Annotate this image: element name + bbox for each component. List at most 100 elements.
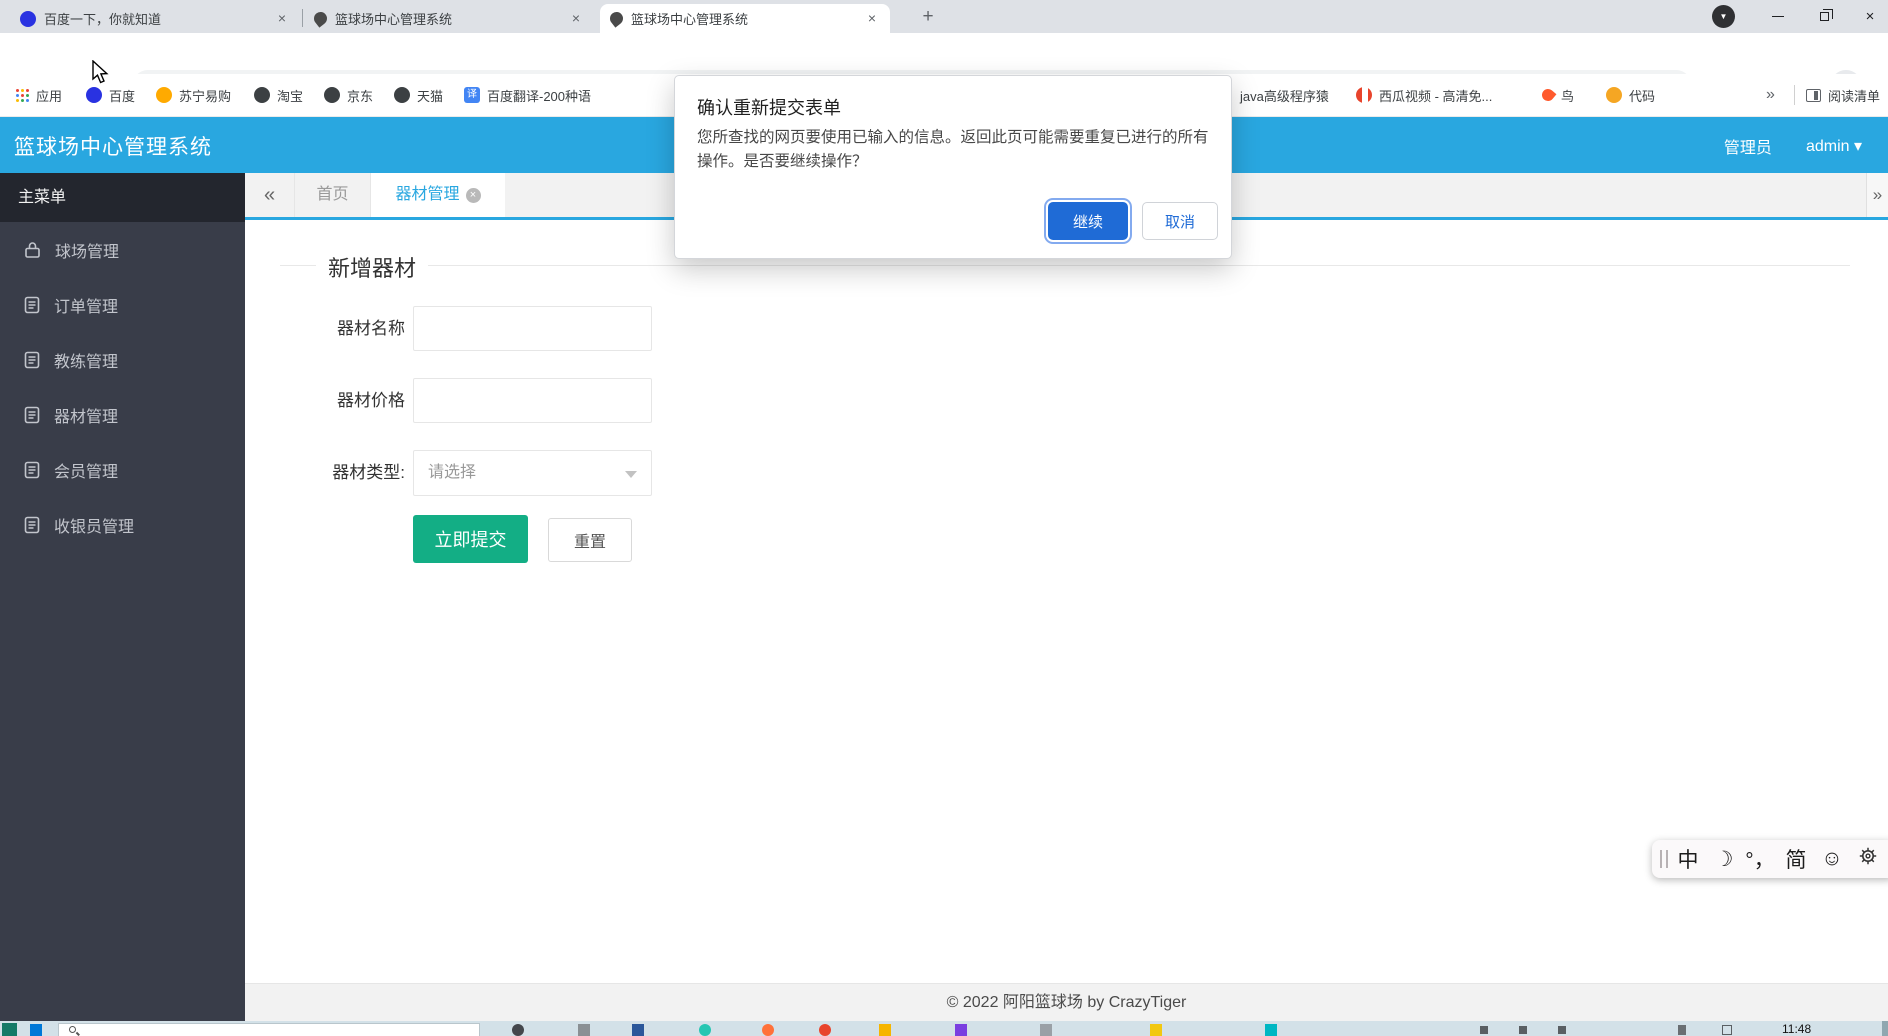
sidebar-item-cashiers[interactable]: 收银员管理	[0, 497, 245, 552]
taskbar-app-icon[interactable]	[2, 1023, 17, 1036]
bookmark-code[interactable]: 代码	[1606, 74, 1655, 116]
continue-button[interactable]: 继续	[1048, 202, 1128, 240]
tray-icon[interactable]	[1480, 1026, 1488, 1034]
search-icon	[69, 1026, 76, 1033]
equipment-type-select[interactable]: 请选择	[413, 450, 652, 496]
taskbar-app-icon[interactable]	[955, 1024, 967, 1036]
bookmark-xigua[interactable]: 西瓜视频 - 高清免...	[1356, 74, 1492, 116]
bookmark-label: 百度	[109, 88, 136, 104]
show-desktop-button[interactable]	[1882, 1021, 1888, 1036]
document-icon	[24, 351, 40, 369]
bookmark-label: 鸟	[1561, 88, 1575, 104]
tab-title: 百度一下，你就知道	[44, 12, 162, 27]
apps-shortcut[interactable]: 应用	[16, 74, 62, 116]
taskbar-search-box[interactable]	[58, 1023, 480, 1036]
ime-punctuation-button[interactable]: °，	[1742, 844, 1778, 874]
browser-tab-baidu[interactable]: 百度一下，你就知道 ×	[10, 4, 300, 33]
tab-close-icon[interactable]: ×	[864, 10, 880, 27]
tray-icon[interactable]	[1519, 1026, 1527, 1034]
gear-settings-icon[interactable]	[1850, 846, 1886, 872]
cancel-button[interactable]: 取消	[1142, 202, 1218, 240]
browser-toolbar: ← → ↻ i localhost:8080/ymq/login_toLogin…	[0, 33, 1888, 102]
bookmark-tmall[interactable]: 天猫	[394, 74, 443, 116]
tabs-collapse-button[interactable]: «	[245, 173, 295, 217]
bookmark-label: java高级程序猿	[1240, 88, 1329, 104]
taskbar-app-icon[interactable]	[879, 1024, 891, 1036]
tab-title: 篮球场中心管理系统	[631, 12, 749, 27]
tab-close-icon[interactable]: ×	[568, 10, 584, 27]
taskbar-app-icon[interactable]	[1150, 1024, 1162, 1036]
equipment-price-input[interactable]	[413, 378, 652, 423]
restore-icon	[1819, 9, 1833, 21]
window-restore-button[interactable]	[1802, 0, 1846, 33]
taskbar-clock[interactable]: 11:48	[1782, 1022, 1811, 1036]
browser-tab-system-1[interactable]: 篮球场中心管理系统 ×	[304, 4, 594, 33]
browser-tab-bar: 百度一下，你就知道 × 篮球场中心管理系统 × 篮球场中心管理系统 × + ▼ …	[0, 0, 1888, 33]
bookmark-baidu-translate[interactable]: 译 百度翻译-200种语	[464, 74, 591, 116]
input-indicator-icon[interactable]	[1722, 1025, 1732, 1035]
lock-icon	[24, 241, 41, 259]
tab-close-icon[interactable]: ×	[274, 10, 290, 27]
sidebar-item-label: 球场管理	[55, 243, 120, 261]
taskbar-app-icon[interactable]	[819, 1024, 831, 1036]
taskbar-app-icon[interactable]	[632, 1024, 644, 1036]
moon-night-mode-icon[interactable]: ☽	[1706, 847, 1742, 872]
window-close-button[interactable]: ×	[1848, 0, 1888, 33]
equipment-name-input[interactable]	[413, 306, 652, 351]
reading-list-button[interactable]: 阅读清单	[1806, 74, 1880, 116]
bookmarks-overflow-button[interactable]: »	[1766, 74, 1775, 116]
taskbar-app-icon[interactable]	[512, 1024, 524, 1036]
bookmark-label: 天猫	[417, 88, 444, 104]
ime-language-button[interactable]: 中	[1670, 844, 1706, 874]
submit-button[interactable]: 立即提交	[413, 515, 528, 563]
tab-title: 篮球场中心管理系统	[335, 12, 453, 27]
sidebar-item-members[interactable]: 会员管理	[0, 442, 245, 497]
taskbar-app-icon[interactable]	[1265, 1024, 1277, 1036]
ime-drag-handle[interactable]	[1660, 850, 1668, 868]
tab-close-icon[interactable]: ×	[465, 188, 481, 203]
ime-simplified-button[interactable]: 简	[1778, 844, 1814, 874]
apps-label: 应用	[36, 88, 63, 104]
sidebar-item-courts[interactable]: 球场管理	[0, 222, 245, 277]
new-tab-button[interactable]: +	[916, 6, 940, 30]
bookmark-label: 苏宁易购	[179, 88, 232, 104]
ime-toolbar: 中 ☽ °， 简 ☺	[1652, 840, 1888, 878]
taskbar-app-icon[interactable]	[762, 1024, 774, 1036]
start-button[interactable]	[30, 1024, 42, 1036]
translate-icon: 译	[464, 87, 480, 103]
window-minimize-button[interactable]	[1756, 0, 1800, 33]
bookmark-bird[interactable]: 鸟	[1539, 74, 1575, 116]
role-label: 管理员	[1723, 140, 1772, 157]
reading-list-label: 阅读清单	[1828, 88, 1881, 104]
sidebar-item-label: 会员管理	[54, 463, 119, 481]
media-controls-button[interactable]: ▼	[1712, 5, 1735, 28]
document-icon	[24, 516, 40, 534]
legend-line	[280, 265, 1850, 266]
bookmark-label: 淘宝	[277, 88, 304, 104]
browser-tab-system-2-active[interactable]: 篮球场中心管理系统 ×	[600, 4, 890, 33]
tray-icon[interactable]	[1558, 1026, 1566, 1034]
bookmark-taobao[interactable]: 淘宝	[254, 74, 303, 116]
sidebar-item-orders[interactable]: 订单管理	[0, 277, 245, 332]
bookmarks-divider	[1794, 85, 1795, 105]
task-view-icon[interactable]	[578, 1024, 590, 1036]
taskbar-app-icon[interactable]	[1040, 1024, 1052, 1036]
page-tab-equipment-active[interactable]: 器材管理 ×	[371, 173, 505, 217]
document-icon	[24, 461, 40, 479]
bookmark-baidu[interactable]: 百度	[86, 74, 135, 116]
user-dropdown[interactable]: admin ▾	[1806, 136, 1862, 156]
tabs-overflow-button[interactable]: »	[1866, 173, 1888, 217]
sidebar-item-equipment[interactable]: 器材管理	[0, 387, 245, 442]
sidebar-item-coaches[interactable]: 教练管理	[0, 332, 245, 387]
reset-button[interactable]: 重置	[548, 518, 632, 562]
bookmark-java[interactable]: java高级程序猿	[1240, 74, 1329, 116]
page-tab-home[interactable]: 首页	[295, 173, 371, 217]
bird-icon	[1539, 86, 1557, 104]
bookmark-suning[interactable]: 苏宁易购	[156, 74, 231, 116]
emoji-smiley-icon[interactable]: ☺	[1814, 847, 1850, 871]
bookmark-jd[interactable]: 京东	[324, 74, 373, 116]
screen: 百度一下，你就知道 × 篮球场中心管理系统 × 篮球场中心管理系统 × + ▼ …	[0, 0, 1888, 1036]
taskbar-app-icon[interactable]	[699, 1024, 711, 1036]
baidu-paw-icon	[86, 87, 102, 103]
pen-tray-icon[interactable]	[1678, 1025, 1686, 1035]
